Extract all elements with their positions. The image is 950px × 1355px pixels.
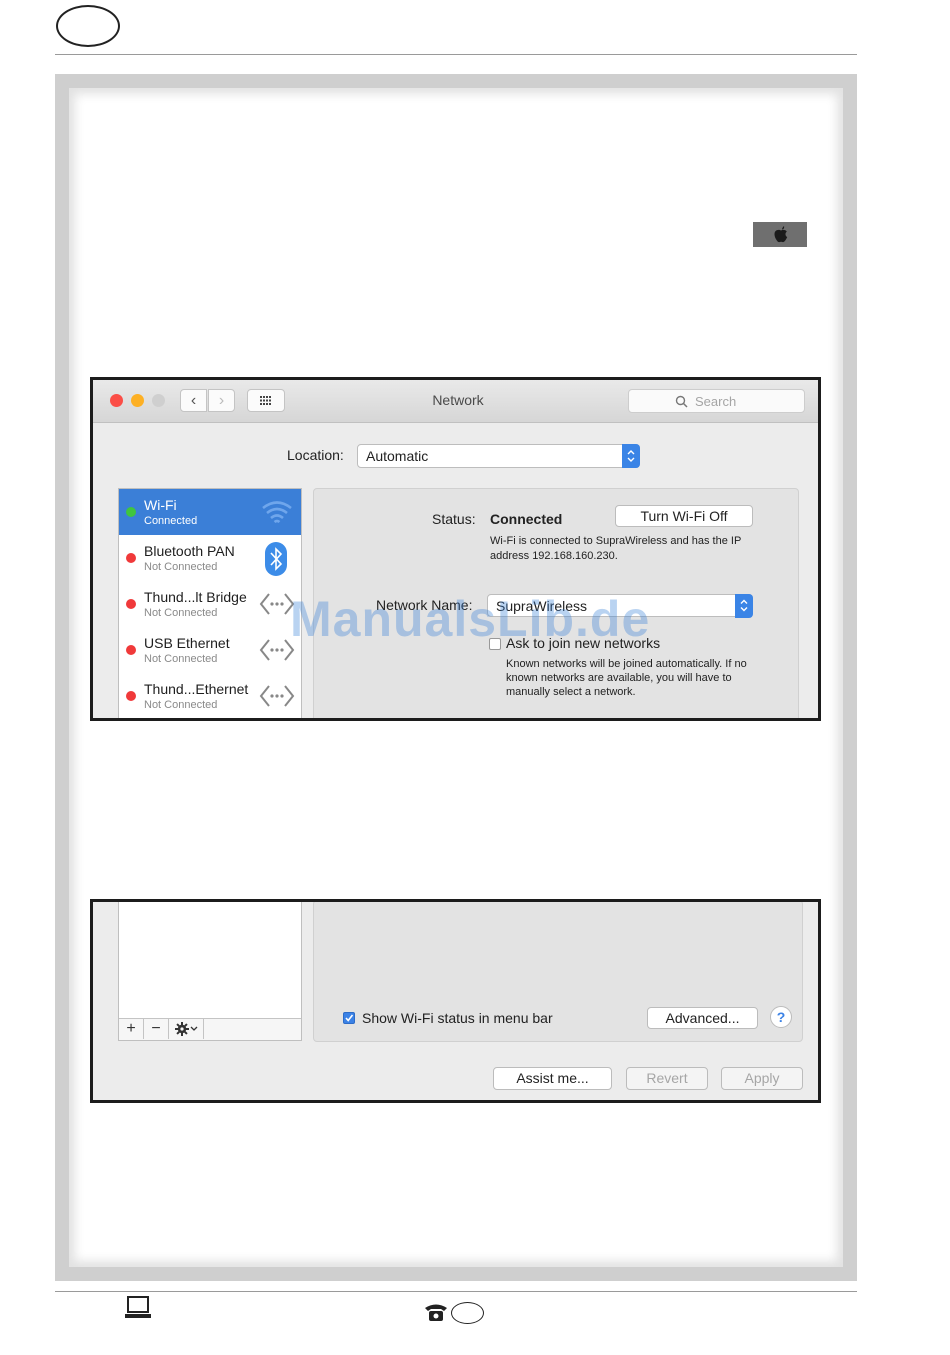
select-stepper-icon [735,594,753,618]
add-service-button[interactable]: + [119,1019,144,1039]
gear-icon [175,1022,198,1036]
select-stepper-icon [622,444,640,468]
laptop-icon [125,1296,151,1318]
ask-join-description: Known networks will be joined automatica… [506,658,747,698]
action-menu-button[interactable] [169,1019,204,1039]
service-name: Bluetooth PAN [144,543,235,559]
service-status: Connected [144,515,198,527]
zoom-button[interactable] [152,394,165,407]
search-placeholder: Search [695,394,737,409]
status-description: Wi-Fi is connected to SupraWireless and … [490,535,742,562]
chevron-right-icon: › [218,392,225,409]
wifi-detail-panel: Show Wi-Fi status in menu bar Advanced..… [313,902,803,1042]
service-item-wifi[interactable]: Wi-Fi Connected [119,489,301,535]
header-rule [55,54,857,55]
minimize-button[interactable] [131,394,144,407]
advanced-button[interactable]: Advanced... [647,1007,758,1029]
service-status: Not Connected [144,607,218,619]
service-list: + − [118,902,302,1041]
location-value: Automatic [366,448,429,464]
show-all-button[interactable] [247,389,285,412]
status-dot-red [126,553,136,563]
service-status: Not Connected [144,699,218,711]
status-dot-red [126,599,136,609]
service-item-thunderbolt-ethernet[interactable]: Thund...Ethernet Not Connected [119,673,301,718]
chevron-left-icon: ‹ [190,392,197,409]
assist-me-button[interactable]: Assist me... [493,1067,612,1090]
revert-button[interactable]: Revert [626,1067,708,1090]
status-dot-red [126,645,136,655]
footer-rule [55,1291,857,1292]
service-name: USB Ethernet [144,635,230,651]
ethernet-arrows-icon [259,685,295,707]
grid-icon [260,396,271,405]
location-label: Location: [287,447,344,463]
checkmark-icon [345,1014,354,1022]
window-title: Network [432,392,484,408]
service-name: Thund...lt Bridge [144,589,247,605]
language-badge-oval [56,5,120,47]
service-list: Wi-Fi Connected Bluetooth PAN Not Connec… [118,488,302,718]
search-input[interactable]: Search [628,389,805,413]
remove-service-button[interactable]: − [144,1019,169,1039]
status-label: Status: [432,511,476,527]
service-name: Wi-Fi [144,497,177,513]
phone-icon [425,1304,447,1321]
search-icon [675,395,688,408]
service-name: Thund...Ethernet [144,681,249,697]
service-item-thunderbolt-bridge[interactable]: Thund...lt Bridge Not Connected [119,581,301,627]
turn-wifi-off-button[interactable]: Turn Wi-Fi Off [615,505,753,527]
service-item-usb-ethernet[interactable]: USB Ethernet Not Connected [119,627,301,673]
watermark: ManualsLib.de [290,591,651,647]
title-bar: ‹ › Network Search [93,380,818,423]
apply-button[interactable]: Apply [721,1067,803,1090]
show-wifi-status-checkbox[interactable] [343,1012,355,1024]
help-button[interactable]: ? [770,1006,792,1028]
service-item-bluetooth-pan[interactable]: Bluetooth PAN Not Connected [119,535,301,581]
show-wifi-status-label: Show Wi-Fi status in menu bar [362,1010,553,1026]
bluetooth-icon [265,542,287,576]
status-value: Connected [490,511,563,527]
status-dot-red [126,691,136,701]
apple-logo-icon [774,226,788,243]
network-preferences-bottom-window: + − Show Wi-Fi status in menu bar Advanc… [90,899,821,1103]
wifi-icon [262,501,292,524]
service-list-toolbar: + − [119,1018,301,1040]
service-status: Not Connected [144,653,218,665]
service-status: Not Connected [144,561,218,573]
forward-button[interactable]: › [208,389,235,412]
status-dot-green [126,507,136,517]
country-badge-oval [451,1302,484,1324]
network-preferences-window: ‹ › Network Search Location: Automatic W… [90,377,821,721]
back-button[interactable]: ‹ [180,389,207,412]
apple-logo-badge [753,222,807,247]
location-select[interactable]: Automatic [357,444,640,468]
close-button[interactable] [110,394,123,407]
